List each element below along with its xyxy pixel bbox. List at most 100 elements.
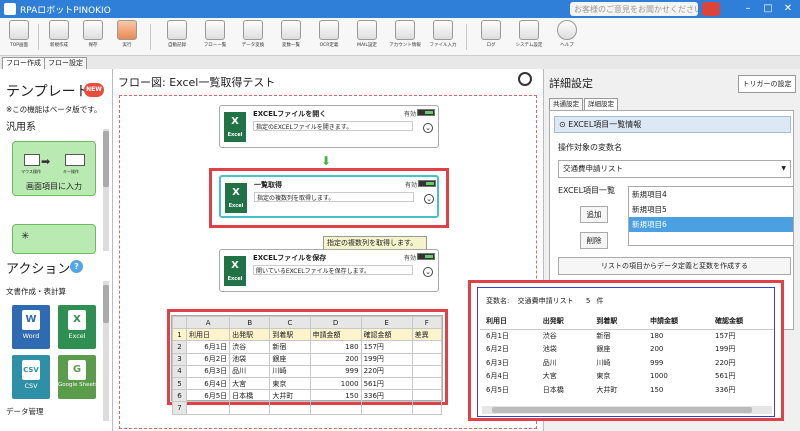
arrow-down-icon: ⬇ bbox=[321, 154, 332, 168]
system-settings-button[interactable]: システム設定 bbox=[512, 20, 546, 54]
node-enabled-label: 有効 bbox=[404, 255, 417, 262]
scroll-thumb[interactable] bbox=[103, 285, 109, 323]
flow-list-button[interactable]: フロー一覧 bbox=[198, 20, 232, 54]
sheet-cell bbox=[411, 401, 443, 415]
scroll-thumb[interactable] bbox=[103, 131, 109, 187]
sheet-cell bbox=[411, 340, 443, 354]
preview-var-name: 交通費申請リスト bbox=[517, 297, 574, 305]
trigger-settings-button[interactable]: トリガーの設定 bbox=[738, 75, 796, 93]
sheet-cell: 申請金額 bbox=[309, 328, 362, 342]
record-icon bbox=[167, 20, 187, 40]
toolbar: TOP画面 新規作成 保存 実行 自動記録 フロー一覧 データ変換 変数一覧 O… bbox=[0, 18, 800, 56]
help-icon bbox=[557, 20, 577, 40]
app-logo-icon bbox=[4, 3, 16, 15]
search-icon[interactable] bbox=[518, 72, 532, 86]
remove-button[interactable]: 削除 bbox=[580, 232, 608, 249]
sheet-cell bbox=[185, 401, 231, 415]
node-enable-toggle[interactable] bbox=[417, 253, 435, 260]
auto-record-button[interactable]: 自動記録 bbox=[160, 20, 194, 54]
mail-settings-button[interactable]: MAIL設定 bbox=[350, 20, 384, 54]
feedback-link[interactable]: お客様のご意見をお聞かせください bbox=[570, 2, 698, 16]
scroll-thumb[interactable] bbox=[492, 407, 752, 413]
node-enable-toggle[interactable] bbox=[417, 109, 435, 116]
account-icon bbox=[395, 20, 415, 40]
sheet-col-header: D bbox=[309, 315, 362, 330]
save-icon bbox=[83, 20, 103, 40]
tab-flow-settings[interactable]: フロー設定 bbox=[44, 57, 87, 69]
action-scrollbar[interactable] bbox=[103, 281, 109, 421]
app-window: RPAロボットPINOKIO お客様のご意見をお聞かせください – □ ✕ TO… bbox=[0, 0, 800, 431]
run-button[interactable]: 実行 bbox=[110, 20, 144, 54]
help-icon[interactable]: ? bbox=[70, 260, 83, 273]
action-csv[interactable]: CSV CSV bbox=[12, 355, 50, 399]
top-screen-button[interactable]: TOP画面 bbox=[2, 20, 36, 54]
google-sheets-icon: G bbox=[68, 360, 86, 380]
list-item[interactable]: 新規項目4 bbox=[629, 187, 793, 202]
column-header: 到着駅 bbox=[590, 313, 644, 330]
sheet-col-header: F bbox=[411, 315, 443, 330]
file-input-button[interactable]: ファイル入力 bbox=[426, 20, 460, 54]
template-scrollbar[interactable] bbox=[103, 129, 109, 251]
chevron-down-icon[interactable]: ⌄ bbox=[423, 267, 433, 277]
add-button[interactable]: 追加 bbox=[580, 206, 608, 223]
ocr-button[interactable]: OCR定義 bbox=[312, 20, 346, 54]
create-definition-button[interactable]: リストの項目からデータ定義と変数を作成する bbox=[558, 257, 791, 275]
chevron-down-icon[interactable]: ⌄ bbox=[423, 123, 433, 133]
action-word[interactable]: W Word bbox=[12, 305, 50, 349]
help-button[interactable]: ヘルプ bbox=[550, 20, 584, 54]
sheet-cell: 池袋 bbox=[229, 352, 271, 366]
save-button[interactable]: 保存 bbox=[76, 20, 110, 54]
left-panel: テンプレート NEW ※この機能はベータ版です。 汎用系 ➡ マウス操作 キー操… bbox=[0, 69, 113, 431]
tab-detail-settings[interactable]: 詳細設定 bbox=[584, 98, 618, 110]
account-button[interactable]: アカウント情報 bbox=[388, 20, 422, 54]
action-google-sheets[interactable]: G Google Sheets bbox=[58, 355, 98, 399]
close-icon[interactable]: ✕ bbox=[782, 3, 794, 15]
sheet-cell: 東京 bbox=[269, 376, 311, 391]
sheet-cell: 180 bbox=[309, 340, 362, 354]
list-item[interactable]: 新規項目5 bbox=[629, 202, 793, 217]
list-preview-popup: 変数名: 交通費申請リスト 5 件 利用日 出発駅 到着駅 申請金額 確認金額 6月1日… bbox=[468, 280, 784, 421]
sheet-row: 2 6月1日 渋谷 新宿 180 157円 bbox=[172, 340, 443, 354]
sheet-col-header: B bbox=[229, 315, 271, 330]
preview-header: 変数名: 交通費申請リスト 5 件 bbox=[486, 296, 604, 306]
thumbs-down-icon[interactable] bbox=[702, 2, 720, 16]
sheet-cell: 157円 bbox=[360, 340, 413, 354]
tab-flow-create[interactable]: フロー作成 bbox=[2, 57, 45, 69]
sheet-cell: 220円 bbox=[360, 364, 413, 378]
variable-select[interactable]: 交通費申請リスト ▼ bbox=[558, 160, 791, 178]
node-enable-toggle[interactable] bbox=[418, 180, 436, 187]
item-listbox[interactable]: 新規項目4 新規項目5 新規項目6 bbox=[628, 186, 794, 246]
column-header: 申請金額 bbox=[643, 313, 709, 330]
minimize-icon[interactable]: – bbox=[742, 3, 754, 15]
maximize-icon[interactable]: □ bbox=[762, 3, 774, 15]
action-category-docs: 文書作成・表計算 bbox=[6, 287, 66, 296]
excel-icon: X Excel bbox=[224, 256, 246, 286]
table-row: 6月2日 池袋 銀座 200 199円 bbox=[486, 345, 736, 354]
action-title: アクション bbox=[6, 262, 71, 277]
sheet-cell: 1000 bbox=[309, 376, 362, 391]
data-convert-button[interactable]: データ変換 bbox=[236, 20, 270, 54]
template-card-partial[interactable]: ✳ bbox=[12, 224, 96, 254]
flow-node-save-excel[interactable]: X Excel EXCELファイルを保存 開いているEXCELファイルを保存します… bbox=[219, 249, 439, 292]
action-excel[interactable]: X Excel bbox=[58, 305, 96, 349]
sheet-cell: 6月4日 bbox=[185, 376, 231, 391]
section-header[interactable]: ⊙ EXCEL項目一覧情報 bbox=[554, 116, 791, 133]
sheet-row: 7 bbox=[172, 401, 443, 415]
flow-node-open-excel[interactable]: X Excel EXCELファイルを開く 指定のEXCELファイルを開きます。 有… bbox=[219, 105, 439, 148]
horizontal-scrollbar[interactable] bbox=[482, 406, 772, 414]
sheet-cell: 渋谷 bbox=[229, 340, 271, 354]
list-icon bbox=[205, 20, 225, 40]
sheet-row: 1 利用日 出発駅 到着駅 申請金額 確認金額 差異 bbox=[172, 328, 443, 342]
node-enabled-label: 有効 bbox=[404, 111, 417, 118]
flow-node-list-get[interactable]: X Excel 一覧取得 指定の複数列を取得します。 有効 ⌄ bbox=[219, 175, 439, 218]
log-button[interactable]: ログ bbox=[474, 20, 508, 54]
list-item-selected[interactable]: 新規項目6 bbox=[629, 217, 793, 232]
chevron-down-icon[interactable]: ⌄ bbox=[424, 194, 434, 204]
variable-list-button[interactable]: 変数一覧 bbox=[274, 20, 308, 54]
template-card-input[interactable]: ➡ マウス操作 キー操作 画面項目に入力 bbox=[12, 141, 96, 196]
node-description: 指定のEXCELファイルを開きます。 bbox=[253, 121, 413, 131]
column-header: 確認金額 bbox=[708, 313, 774, 330]
tab-common-settings[interactable]: 共通設定 bbox=[549, 98, 583, 110]
keyboard-icon bbox=[65, 154, 85, 166]
new-flow-button[interactable]: 新規作成 bbox=[42, 20, 76, 54]
